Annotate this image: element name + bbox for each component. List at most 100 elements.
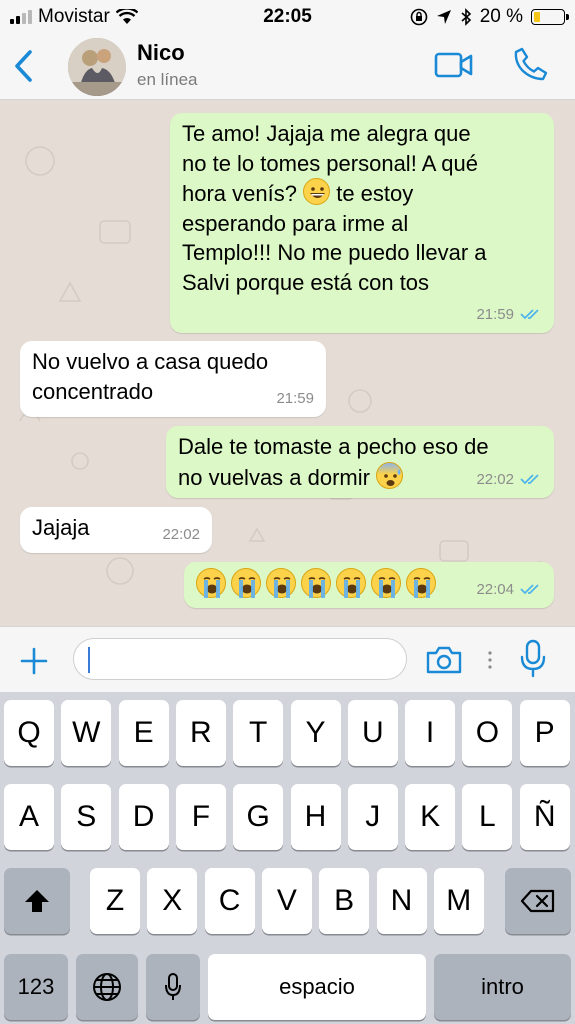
camera-icon[interactable] [425,645,463,675]
key-p[interactable]: P [519,700,570,766]
battery-percent: 20 % [479,6,523,27]
key-ñ[interactable]: Ñ [519,784,570,850]
key-k[interactable]: K [405,784,456,850]
message-meta: 22:02 [476,465,542,495]
key-g[interactable]: G [233,784,284,850]
message-text-part: hora venís? [182,181,297,206]
key-b[interactable]: B [319,868,370,934]
key-v[interactable]: V [261,868,312,934]
key-c[interactable]: C [204,868,255,934]
more-dots-icon[interactable] [486,649,494,671]
loudly-crying-face-icon [266,568,296,598]
text-cursor [88,647,90,673]
contact-status: en línea [137,70,198,89]
key-n[interactable]: N [376,868,427,934]
status-bar: Movistar 22:05 20 % [0,0,575,34]
message-text-part: te estoy [336,181,414,206]
back-chevron-icon[interactable] [8,46,40,86]
shift-icon [25,890,49,912]
read-ticks-icon [520,309,539,320]
loudly-crying-face-icon [406,568,436,598]
message-text: Dale te tomaste a pecho eso de [178,434,489,459]
key-x[interactable]: X [147,868,198,934]
loudly-crying-face-icon [196,568,226,598]
message-time: 22:02 [162,525,200,543]
message-time: 21:59 [476,305,514,323]
globe-icon [93,973,121,1001]
phone-icon[interactable] [513,46,549,82]
key-d[interactable]: D [118,784,169,850]
message-text: No vuelvo a casa quedo [32,349,269,374]
message-text: Templo!!! No me puedo llevar a [182,240,487,265]
message-text: Te amo! Jajaja me alegra que [182,121,471,146]
read-ticks-icon [520,584,539,595]
shift-key[interactable] [4,868,70,934]
message-time: 22:02 [476,470,514,488]
key-j[interactable]: J [347,784,398,850]
space-key[interactable]: espacio [208,954,426,1020]
key-z[interactable]: Z [90,868,140,934]
contact-name[interactable]: Nico [137,40,185,66]
key-w[interactable]: W [61,700,112,766]
message-meta: 21:59 [476,300,542,330]
key-t[interactable]: T [233,700,284,766]
message-bubble-incoming[interactable]: Jajaja 22:02 [20,507,212,553]
anxious-face-with-sweat-icon [376,461,404,489]
message-text: Salvi porque está con tos [182,269,430,295]
plus-icon[interactable] [20,647,48,675]
dictation-key[interactable] [146,954,200,1020]
key-l[interactable]: L [462,784,513,850]
message-time: 21:59 [276,389,314,407]
message-bubble-incoming[interactable]: No vuelvo a casa quedo concentrado 21:59 [20,341,326,417]
message-bubble-outgoing[interactable]: Te amo! Jajaja me alegra que no te lo to… [170,113,554,333]
key-m[interactable]: M [433,868,484,934]
chat-area[interactable]: Te amo! Jajaja me alegra que no te lo to… [0,101,575,626]
key-h[interactable]: H [290,784,341,850]
key-q[interactable]: Q [4,700,54,766]
keyboard: 123 espacio intro QWERTYUIOP ASDFGHJKLÑ ZX… [0,692,575,1024]
backspace-key[interactable] [505,868,571,934]
loudly-crying-face-icon [231,568,261,598]
grinning-face-icon [303,178,331,205]
message-meta: 22:02 [162,520,200,550]
return-key[interactable]: intro [434,954,571,1020]
key-e[interactable]: E [118,700,169,766]
read-ticks-icon [520,474,539,485]
backspace-icon [520,889,555,913]
avatar[interactable] [68,38,126,96]
key-o[interactable]: O [462,700,513,766]
message-input-bar [0,626,575,692]
loudly-crying-face-icon [301,568,331,598]
message-bubble-outgoing[interactable]: Dale te tomaste a pecho eso de no vuelva… [166,426,554,498]
chat-header: Nico en línea [0,34,575,100]
key-y[interactable]: Y [290,700,341,766]
message-input[interactable] [73,638,407,680]
location-icon [436,10,451,24]
globe-key[interactable] [76,954,138,1020]
microphone-icon[interactable] [518,639,548,679]
numbers-key[interactable]: 123 [4,954,68,1020]
message-meta: 22:04 [476,575,542,605]
message-bubble-outgoing[interactable]: 22:04 [184,562,554,608]
message-text: esperando para irme al [182,210,409,236]
status-right: 20 % [410,6,569,28]
key-s[interactable]: S [61,784,112,850]
key-i[interactable]: I [405,700,456,766]
bluetooth-icon [461,8,471,26]
message-text: no te lo tomes personal! A qué [182,150,478,176]
message-text-part: no vuelvas a dormir [178,464,370,490]
video-call-icon[interactable] [434,50,474,80]
rotation-lock-icon [410,8,427,26]
message-time: 22:04 [476,580,514,598]
loudly-crying-face-icon [371,568,401,598]
key-u[interactable]: U [347,700,398,766]
avatar-photo [68,38,126,96]
keyboard-mic-icon [165,973,181,1000]
key-a[interactable]: A [4,784,54,850]
key-f[interactable]: F [175,784,226,850]
message-meta: 21:59 [276,384,314,414]
message-text: hora venís? te estoy [182,178,542,209]
key-r[interactable]: R [175,700,226,766]
loudly-crying-face-icon [336,568,366,598]
battery-level [534,12,540,22]
